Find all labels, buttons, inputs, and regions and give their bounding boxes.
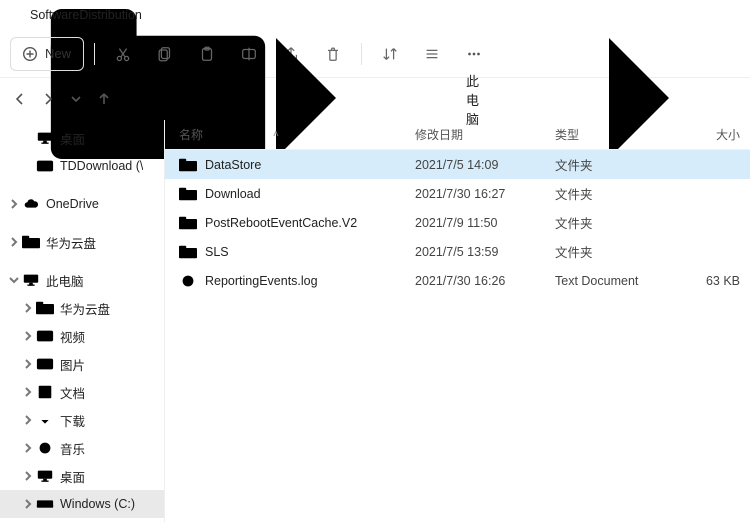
new-button-label: New — [45, 46, 71, 61]
tree-item-label: 华为云盘 — [60, 299, 110, 318]
back-button[interactable] — [12, 86, 28, 112]
tree-item[interactable]: 桌面 — [0, 462, 164, 490]
recent-button[interactable] — [68, 86, 84, 112]
column-header-type[interactable]: 类型 — [555, 126, 675, 143]
tree-item[interactable]: 华为云盘 — [0, 294, 164, 322]
plus-icon — [23, 47, 37, 61]
file-list: 名称˄ 修改日期 类型 大小 DataStore2021/7/5 14:09文件… — [165, 120, 750, 522]
file-size: 63 KB — [675, 274, 740, 288]
file-row[interactable]: ReportingEvents.log 2021/7/30 16:26Text D… — [165, 266, 750, 295]
chevron-right-icon[interactable] — [20, 303, 36, 313]
tree-item-label: 下载 — [60, 411, 85, 430]
chevron-right-icon[interactable] — [20, 387, 36, 397]
file-row[interactable]: SLS 2021/7/5 13:59文件夹 — [165, 237, 750, 266]
cloud-icon — [22, 197, 40, 211]
tree-item[interactable]: 华为云盘 — [0, 228, 164, 256]
log-icon — [179, 274, 197, 288]
tree-item[interactable]: TDDownload (\ — [0, 152, 164, 180]
tree-item[interactable]: 下载 — [0, 406, 164, 434]
file-row[interactable]: DataStore 2021/7/5 14:09文件夹 — [165, 150, 750, 179]
monitor-icon — [36, 131, 54, 145]
column-header-name[interactable]: 名称˄ — [179, 126, 415, 143]
tree-item-label: 音乐 — [60, 439, 85, 458]
folder-icon — [179, 245, 197, 259]
tree-item[interactable]: 桌面 — [0, 124, 164, 152]
drive-icon — [36, 497, 54, 511]
tree-item[interactable]: 音乐 — [0, 434, 164, 462]
tree-item-label: TDDownload (\ — [60, 159, 143, 173]
sort-caret-icon: ˄ — [273, 129, 279, 140]
file-type: 文件夹 — [555, 213, 675, 232]
chevron-right-icon[interactable] — [6, 199, 22, 209]
new-button[interactable]: New — [10, 37, 84, 71]
tree-item[interactable]: 文档 — [0, 378, 164, 406]
tree-item[interactable]: Windows (C:) — [0, 490, 164, 518]
up-button[interactable] — [96, 86, 112, 112]
chevron-right-icon[interactable] — [20, 499, 36, 509]
file-type: 文件夹 — [555, 155, 675, 174]
music-icon — [36, 441, 54, 455]
tree-item-label: OneDrive — [46, 197, 99, 211]
file-type: Text Document — [555, 274, 675, 288]
file-row[interactable]: PostRebootEventCache.V2 2021/7/9 11:50文件夹 — [165, 208, 750, 237]
monitor-icon — [36, 469, 54, 483]
doc-icon — [36, 385, 54, 399]
down-icon — [36, 413, 54, 427]
tree-item-label: 视频 — [60, 327, 85, 346]
column-header-date[interactable]: 修改日期 — [415, 126, 555, 143]
column-headers: 名称˄ 修改日期 类型 大小 — [165, 120, 750, 150]
file-name: SLS — [205, 245, 229, 259]
forward-button[interactable] — [40, 86, 56, 112]
folder-icon — [179, 216, 197, 230]
column-header-size[interactable]: 大小 — [675, 126, 740, 143]
file-name: DataStore — [205, 158, 261, 172]
file-date: 2021/7/30 16:26 — [415, 274, 555, 288]
chevron-right-icon[interactable] — [20, 415, 36, 425]
chevron-down-icon[interactable] — [6, 275, 22, 285]
chevron-right-icon[interactable] — [20, 471, 36, 481]
window-title: SoftwareDistribution — [30, 8, 142, 22]
tree-item-label: 桌面 — [60, 129, 85, 148]
tree-item[interactable]: 图片 — [0, 350, 164, 378]
folder-icon — [22, 235, 40, 249]
tree-item[interactable]: 此电脑 — [0, 266, 164, 294]
file-name: Download — [205, 187, 261, 201]
tree-item[interactable]: OneDrive — [0, 190, 164, 218]
file-date: 2021/7/9 11:50 — [415, 216, 555, 230]
file-date: 2021/7/30 16:27 — [415, 187, 555, 201]
file-type: 文件夹 — [555, 242, 675, 261]
folder-icon — [8, 9, 24, 21]
chevron-right-icon[interactable] — [6, 237, 22, 247]
file-name: PostRebootEventCache.V2 — [205, 216, 357, 230]
file-row[interactable]: Download 2021/7/30 16:27文件夹 — [165, 179, 750, 208]
file-type: 文件夹 — [555, 184, 675, 203]
scissors-icon — [114, 45, 132, 63]
file-date: 2021/7/5 13:59 — [415, 245, 555, 259]
chevron-right-icon[interactable] — [20, 359, 36, 369]
tree-item-label: 此电脑 — [46, 271, 84, 290]
toolbar-separator — [94, 43, 95, 65]
file-date: 2021/7/5 14:09 — [415, 158, 555, 172]
image-icon — [36, 357, 54, 371]
folder-icon — [179, 187, 197, 201]
folder-icon — [132, 92, 150, 106]
tree-item-label: 文档 — [60, 383, 85, 402]
green-icon — [36, 159, 54, 173]
folder-icon — [179, 158, 197, 172]
monitor-icon — [22, 273, 40, 287]
tree-item-label: Windows (C:) — [60, 497, 135, 511]
video-icon — [36, 329, 54, 343]
tree-item-label: 桌面 — [60, 467, 85, 486]
tree-item-label: 华为云盘 — [46, 233, 96, 252]
tree-item-label: 图片 — [60, 355, 85, 374]
folder-icon — [36, 301, 54, 315]
chevron-right-icon[interactable] — [20, 443, 36, 453]
nav-tree: 桌面TDDownload (\OneDrive华为云盘此电脑华为云盘视频图片文档… — [0, 120, 165, 522]
chevron-right-icon[interactable] — [20, 331, 36, 341]
file-name: ReportingEvents.log — [205, 274, 318, 288]
tree-item[interactable]: 视频 — [0, 322, 164, 350]
